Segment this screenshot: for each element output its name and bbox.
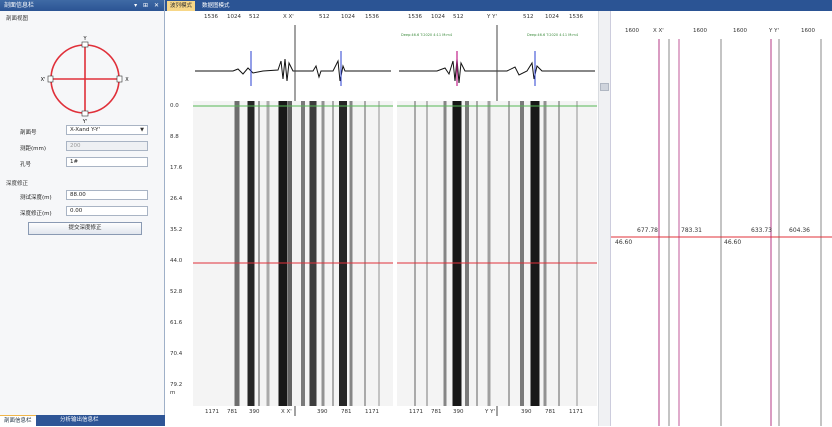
bottom-axis-label: 781 [341, 409, 352, 415]
section-depth-label: 深度修正 [6, 181, 29, 187]
depth-tick: 79.2 [170, 382, 183, 388]
compass-top: Y [82, 36, 87, 42]
waveform-xx [193, 25, 393, 416]
waveform-yy [397, 25, 597, 416]
depth-tick: 44.0 [170, 258, 183, 264]
tab-section-info[interactable]: 剖面信息栏 [0, 415, 36, 426]
depth-unit: m [170, 390, 176, 396]
depth-scale: 0.0 8.8 17.6 26.4 35.2 44.0 52.8 61.6 70… [165, 47, 195, 417]
value-label: 604.36 [789, 227, 810, 234]
left-panel: 剖面信息栏 ▾ ⊞ ✕ 剖面视图 Y Y' X' X 剖面号 X-Xand Y-… [0, 0, 165, 426]
bottom-axis-label: 1171 [205, 409, 219, 415]
hole-field[interactable]: 1# [66, 157, 148, 167]
tab-analysis-output[interactable]: 分析输出信息栏 [56, 415, 103, 426]
field-label-depth-correction: 深度修正(m) [20, 211, 52, 217]
panel-title-text: 剖面信息栏 [4, 2, 35, 9]
section-select[interactable]: X-Xand Y-Y' ▼ [66, 125, 148, 135]
field-label-hole: 孔号 [20, 162, 32, 168]
panel-controls[interactable]: ▾ ⊞ ✕ [134, 0, 161, 11]
analysis-lines [611, 39, 832, 426]
depth-tick: 35.2 [170, 227, 183, 233]
bottom-axis-label: X X' [281, 409, 292, 415]
tab-data-chart-mode[interactable]: 数据图模式 [199, 1, 233, 11]
channel-xx: 1536 1024 512 X X' 512 1024 1536 Deep:46… [193, 11, 393, 426]
bottom-axis-label: 390 [453, 409, 464, 415]
tab-waveform-mode[interactable]: 波列模式 [167, 1, 196, 11]
depth-value-label: 46.60 [724, 239, 742, 246]
depth-tick: 70.4 [170, 351, 183, 357]
bottom-axis-label: 390 [249, 409, 260, 415]
panel-title: 剖面信息栏 ▾ ⊞ ✕ [0, 0, 164, 11]
depth-tick: 61.6 [170, 320, 183, 326]
bottom-axis-label: 781 [545, 409, 556, 415]
depth-tick: 52.8 [170, 289, 183, 295]
value-label: 633.73 [751, 227, 772, 234]
depth-tick: 26.4 [170, 196, 183, 202]
main-view: 0.0 8.8 17.6 26.4 35.2 44.0 52.8 61.6 70… [165, 11, 832, 426]
field-label-test-depth: 测试深度(m) [20, 195, 52, 201]
section-view-label: 剖面视图 [6, 16, 29, 22]
bottom-axis-label: 390 [521, 409, 532, 415]
vertical-scrollbar[interactable] [598, 11, 610, 426]
value-label: 783.31 [681, 227, 702, 234]
bottom-axis-label: 1171 [365, 409, 379, 415]
depth-correction-field[interactable]: 0.00 [66, 206, 148, 216]
compass-left: X' [41, 77, 46, 83]
compass-right: X [125, 77, 129, 83]
field-label-section: 剖面号 [20, 130, 37, 136]
distance-field: 200 [66, 141, 148, 151]
bottom-axis-label: 390 [317, 409, 328, 415]
value-label: 677.78 [637, 227, 658, 234]
bottom-axis-label: Y Y' [485, 409, 495, 415]
section-select-value: X-Xand Y-Y' [70, 127, 100, 133]
channel-yy: 1536 1024 512 Y Y' 512 1024 1536 Deep:46… [397, 11, 597, 426]
test-depth-field[interactable]: 88.00 [66, 190, 148, 200]
bottom-axis-label: 1171 [409, 409, 423, 415]
bottom-axis-label: 781 [227, 409, 238, 415]
analysis-panel: 1600 X X' 1600 1600 Y Y' 1600 677.78 783… [610, 11, 832, 426]
field-label-distance: 测距(mm) [20, 146, 47, 152]
chevron-down-icon[interactable]: ▼ [140, 126, 144, 134]
view-tab-bar: 波列模式 数据图模式 [165, 0, 832, 11]
depth-tick: 0.0 [170, 103, 179, 109]
panel-tabs: 剖面信息栏 分析输出信息栏 [0, 415, 165, 426]
scrollbar-thumb[interactable] [600, 83, 609, 91]
depth-tick: 8.8 [170, 134, 179, 140]
depth-value-label: 46.60 [615, 239, 633, 246]
submit-depth-correction-button[interactable]: 提交深度修正 [28, 222, 142, 235]
bottom-axis-label: 781 [431, 409, 442, 415]
bottom-axis-label: 1171 [569, 409, 583, 415]
compass-diagram: Y Y' X' X [41, 36, 130, 125]
depth-tick: 17.6 [170, 165, 183, 171]
